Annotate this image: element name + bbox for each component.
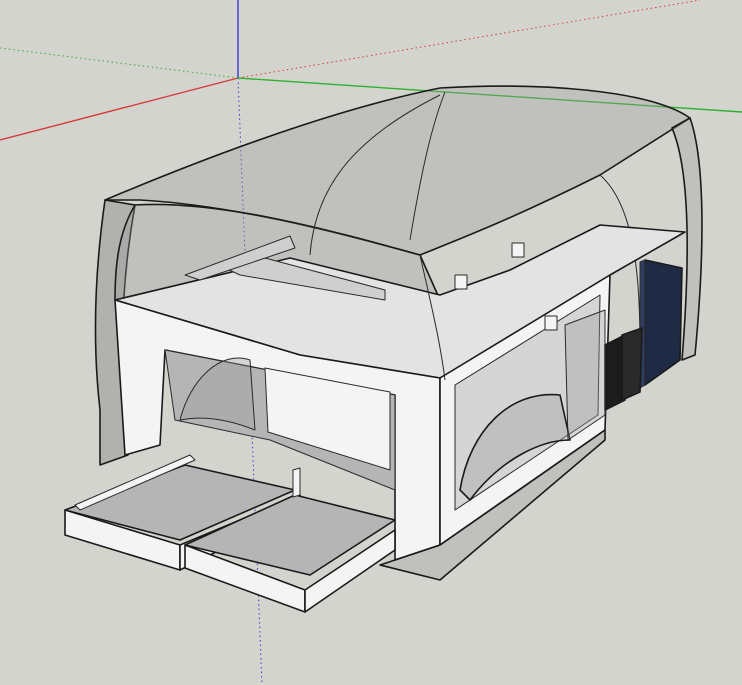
bracket-2 [511, 242, 525, 258]
axis-red [0, 77, 239, 141]
camper-model[interactable] [64, 85, 703, 613]
bracket-3 [544, 315, 558, 331]
axis-red-dotted [237, 0, 701, 79]
camper-model-drawing [0, 0, 742, 685]
axis-green-dotted [0, 47, 239, 79]
drawer-right-divider [292, 467, 301, 498]
model-viewport[interactable] [0, 0, 742, 685]
cabinet-navy [644, 259, 683, 386]
bracket-1 [454, 274, 468, 290]
battery-2 [621, 327, 643, 401]
